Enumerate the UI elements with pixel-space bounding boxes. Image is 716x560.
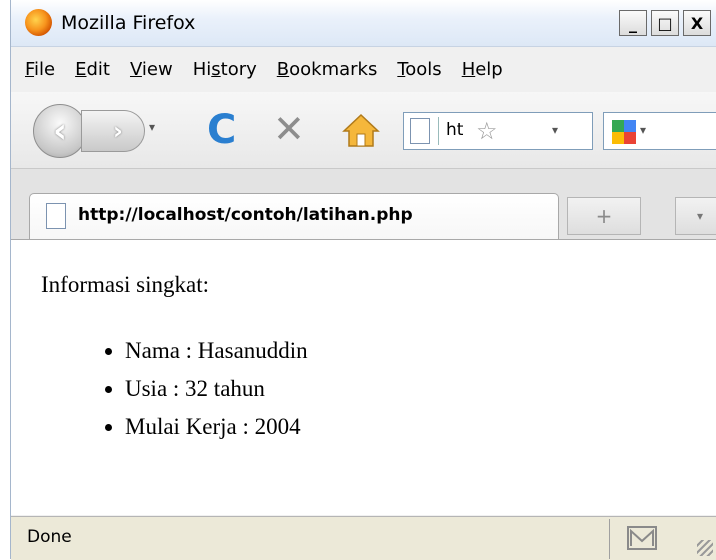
list-item: Mulai Kerja : 2004 — [125, 408, 308, 446]
maximize-button[interactable]: □ — [651, 10, 679, 36]
chevron-down-icon: ▾ — [696, 209, 704, 223]
home-icon[interactable] — [341, 112, 381, 150]
tab-bar: http://localhost/contoh/latihan.php + ▾ — [11, 169, 716, 240]
menu-history-key: s — [211, 58, 221, 80]
search-bar[interactable]: ▾ — [603, 112, 716, 150]
menu-file-key: F — [25, 58, 35, 80]
status-text: Done — [27, 527, 72, 547]
status-bar: Done — [11, 516, 716, 560]
menu-tools-post: ools — [405, 58, 442, 80]
menu-view[interactable]: View — [130, 59, 173, 80]
url-dropdown-icon[interactable]: ▾ — [552, 123, 558, 137]
menu-edit-post: dit — [86, 58, 110, 80]
status-divider — [609, 519, 610, 559]
forward-arrow-icon: › — [113, 117, 123, 145]
menu-tools[interactable]: Tools — [397, 59, 441, 80]
back-button[interactable]: ‹ — [33, 104, 87, 158]
menu-bookmarks-key: B — [276, 58, 290, 80]
menu-file-post: ile — [34, 58, 56, 80]
list-item: Usia : 32 tahun — [125, 370, 308, 408]
bookmark-star-icon[interactable]: ☆ — [476, 117, 498, 145]
info-list: Nama : Hasanuddin Usia : 32 tahun Mulai … — [41, 332, 308, 446]
menu-edit[interactable]: Edit — [75, 59, 110, 80]
google-icon[interactable] — [612, 120, 636, 144]
tab-page-icon — [46, 203, 66, 229]
plus-icon: + — [595, 204, 613, 228]
page-content: Informasi singkat: Nama : Hasanuddin Usi… — [11, 240, 716, 515]
menu-history-pre: Hi — [192, 58, 212, 80]
minimize-button[interactable]: _ — [619, 10, 647, 36]
window-controls: _ □ X — [615, 10, 711, 36]
menu-view-key: V — [129, 58, 142, 80]
menu-bookmarks-post: ookmarks — [289, 58, 378, 80]
firefox-logo-icon — [25, 9, 52, 36]
title-bar: Mozilla Firefox _ □ X — [11, 0, 716, 47]
browser-window: Mozilla Firefox _ □ X File Edit View His… — [10, 0, 716, 560]
menu-history-post: tory — [220, 58, 257, 80]
history-dropdown-icon[interactable]: ▾ — [149, 120, 155, 134]
mail-icon[interactable] — [627, 526, 657, 550]
menu-help-key: H — [461, 58, 476, 80]
url-input[interactable]: ht — [446, 120, 463, 140]
new-tab-button[interactable]: + — [567, 197, 641, 235]
tab-list-button[interactable]: ▾ — [675, 197, 716, 235]
stop-icon[interactable]: ✕ — [273, 109, 305, 149]
window-title: Mozilla Firefox — [61, 12, 196, 34]
menu-file[interactable]: File — [25, 59, 55, 80]
menu-edit-key: E — [75, 58, 87, 80]
page-heading: Informasi singkat: — [41, 272, 209, 297]
navigation-toolbar: ‹ › ▾ C ✕ ht ☆ ▾ ▾ — [11, 92, 716, 169]
reload-icon[interactable]: C — [207, 110, 236, 150]
menu-view-post: iew — [141, 58, 173, 80]
forward-button[interactable]: › — [81, 110, 145, 152]
url-bar[interactable]: ht ☆ ▾ — [403, 112, 593, 150]
search-engine-dropdown-icon[interactable]: ▾ — [640, 123, 646, 137]
back-arrow-icon: ‹ — [52, 111, 67, 151]
menu-bar: File Edit View History Bookmarks Tools H… — [11, 47, 716, 91]
resize-grip-icon[interactable] — [697, 540, 713, 556]
list-item: Nama : Hasanuddin — [125, 332, 308, 370]
menu-help-post: elp — [475, 58, 503, 80]
tab-active[interactable]: http://localhost/contoh/latihan.php — [29, 193, 559, 239]
menu-history[interactable]: History — [193, 59, 257, 80]
close-button[interactable]: X — [683, 10, 711, 36]
menu-help[interactable]: Help — [462, 59, 503, 80]
url-separator — [438, 117, 439, 145]
tab-label: http://localhost/contoh/latihan.php — [78, 205, 413, 225]
page-icon — [410, 118, 430, 144]
menu-bookmarks[interactable]: Bookmarks — [277, 59, 378, 80]
